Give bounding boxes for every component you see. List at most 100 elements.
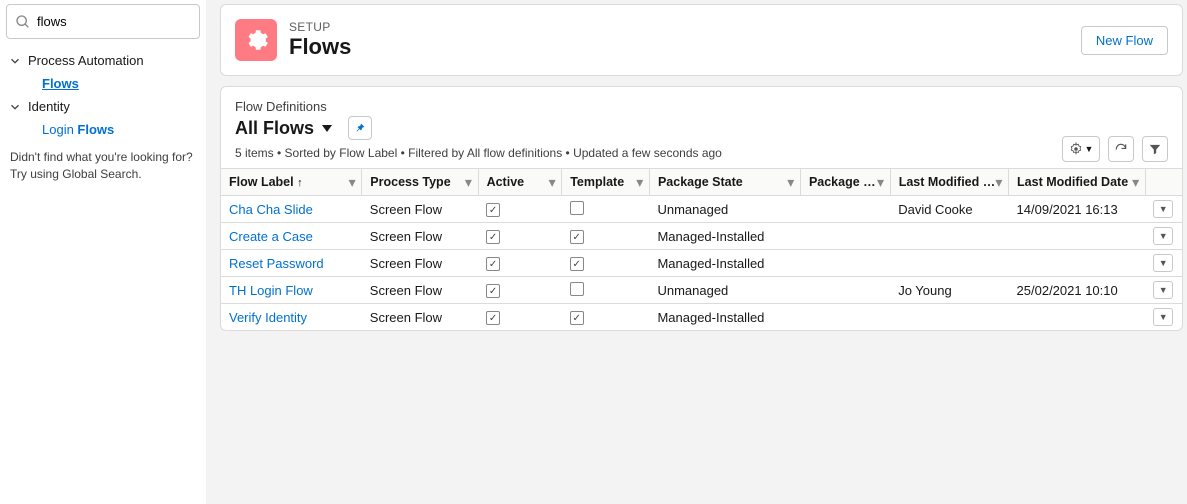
cell-modified-date [1009,250,1146,277]
cell-process-type: Screen Flow [362,196,478,223]
cell-package-name [800,277,890,304]
list-settings-button[interactable]: ▼ [1062,136,1100,162]
chevron-down-icon [8,100,22,114]
cell-package-name [800,196,890,223]
tree-link-flows[interactable]: Flows [42,76,79,91]
cell-modified-by [890,223,1008,250]
flow-link[interactable]: TH Login Flow [229,283,313,298]
list-subtitle: Flow Definitions [235,99,1168,114]
cell-template: ✓ [562,223,650,250]
cell-active: ✓ [478,196,562,223]
flow-link[interactable]: Cha Cha Slide [229,202,313,217]
cell-modified-date: 14/09/2021 16:13 [1009,196,1146,223]
gear-icon [243,27,269,53]
table-row: Create a Case Screen Flow ✓ ✓ Managed-In… [221,223,1182,250]
chevron-down-icon [8,54,22,68]
checkbox-icon: ✓ [486,257,500,271]
list-title: All Flows [235,118,314,139]
row-actions-button[interactable]: ▼ [1153,281,1173,299]
cell-template: ✓ [562,304,650,331]
cell-package-state: Managed-Installed [649,250,800,277]
refresh-button[interactable] [1108,136,1134,162]
checkbox-icon [570,282,584,296]
row-actions-button[interactable]: ▼ [1153,200,1173,218]
checkbox-icon: ✓ [570,257,584,271]
table-row: Cha Cha Slide Screen Flow ✓ Unmanaged Da… [221,196,1182,223]
pin-list-button[interactable] [348,116,372,140]
quick-find-input[interactable] [37,14,191,29]
checkbox-icon: ✓ [486,230,500,244]
new-flow-button[interactable]: New Flow [1081,26,1168,55]
list-view-dropdown[interactable] [322,125,332,132]
flow-link[interactable]: Create a Case [229,229,313,244]
cell-active: ✓ [478,250,562,277]
flow-link[interactable]: Verify Identity [229,310,307,325]
chevron-down-icon: ▾ [349,175,355,190]
pin-icon [354,122,366,134]
cell-process-type: Screen Flow [362,304,478,331]
col-last-modified-by[interactable]: Last Modified …▾ [890,169,1008,196]
page-header-card: SETUP Flows New Flow [220,4,1183,76]
cell-package-name [800,304,890,331]
tree-section-process-automation[interactable]: Process Automation [6,49,200,72]
caret-down-icon: ▼ [1159,231,1168,241]
tree-section-identity[interactable]: Identity [6,95,200,118]
flows-table: Flow Label ↑▾ Process Type▾ Active▾ Temp… [221,168,1182,330]
cell-active: ✓ [478,277,562,304]
flow-link[interactable]: Reset Password [229,256,324,271]
cell-package-state: Unmanaged [649,196,800,223]
cell-process-type: Screen Flow [362,250,478,277]
tree-section-label: Process Automation [28,53,144,68]
checkbox-icon: ✓ [486,311,500,325]
cell-package-state: Unmanaged [649,277,800,304]
checkbox-icon: ✓ [570,311,584,325]
tree-section-label: Identity [28,99,70,114]
cell-package-state: Managed-Installed [649,223,800,250]
search-icon [15,14,31,30]
tree-link-login-flows[interactable]: Login Flows [42,122,114,137]
cell-active: ✓ [478,223,562,250]
chevron-down-icon: ▾ [877,175,883,190]
caret-down-icon: ▼ [1159,258,1168,268]
caret-down-icon: ▼ [1085,144,1094,154]
cell-template: ✓ [562,250,650,277]
quick-find-wrap [6,4,200,39]
checkbox-icon: ✓ [570,230,584,244]
cell-modified-by: Jo Young [890,277,1008,304]
checkbox-icon: ✓ [486,203,500,217]
col-actions [1145,169,1182,196]
setup-gear-badge [235,19,277,61]
cell-modified-by [890,250,1008,277]
col-process-type[interactable]: Process Type▾ [362,169,478,196]
filter-button[interactable] [1142,136,1168,162]
sort-asc-icon: ↑ [297,177,303,189]
caret-down-icon: ▼ [1159,285,1168,295]
search-hint: Didn't find what you're looking for? Try… [6,141,200,183]
cell-modified-by [890,304,1008,331]
cell-modified-date [1009,304,1146,331]
cell-modified-by: David Cooke [890,196,1008,223]
table-row: Verify Identity Screen Flow ✓ ✓ Managed-… [221,304,1182,331]
setup-sidebar: Process Automation Flows Identity Login … [0,0,206,504]
row-actions-button[interactable]: ▼ [1153,254,1173,272]
list-view-card: Flow Definitions All Flows 5 items • Sor… [220,86,1183,331]
refresh-icon [1114,142,1128,156]
cell-active: ✓ [478,304,562,331]
main-content: SETUP Flows New Flow Flow Definitions Al… [206,0,1187,504]
table-row: TH Login Flow Screen Flow ✓ Unmanaged Jo… [221,277,1182,304]
table-row: Reset Password Screen Flow ✓ ✓ Managed-I… [221,250,1182,277]
col-template[interactable]: Template▾ [562,169,650,196]
chevron-down-icon: ▾ [996,175,1002,190]
row-actions-button[interactable]: ▼ [1153,308,1173,326]
col-last-modified-date[interactable]: Last Modified Date▾ [1009,169,1146,196]
col-active[interactable]: Active▾ [478,169,562,196]
cell-template [562,196,650,223]
cell-modified-date [1009,223,1146,250]
col-package-state[interactable]: Package State▾ [649,169,800,196]
col-package-name[interactable]: Package …▾ [800,169,890,196]
col-flow-label[interactable]: Flow Label ↑▾ [221,169,362,196]
row-actions-button[interactable]: ▼ [1153,227,1173,245]
cell-process-type: Screen Flow [362,277,478,304]
chevron-down-icon: ▾ [549,175,555,190]
cell-package-name [800,223,890,250]
